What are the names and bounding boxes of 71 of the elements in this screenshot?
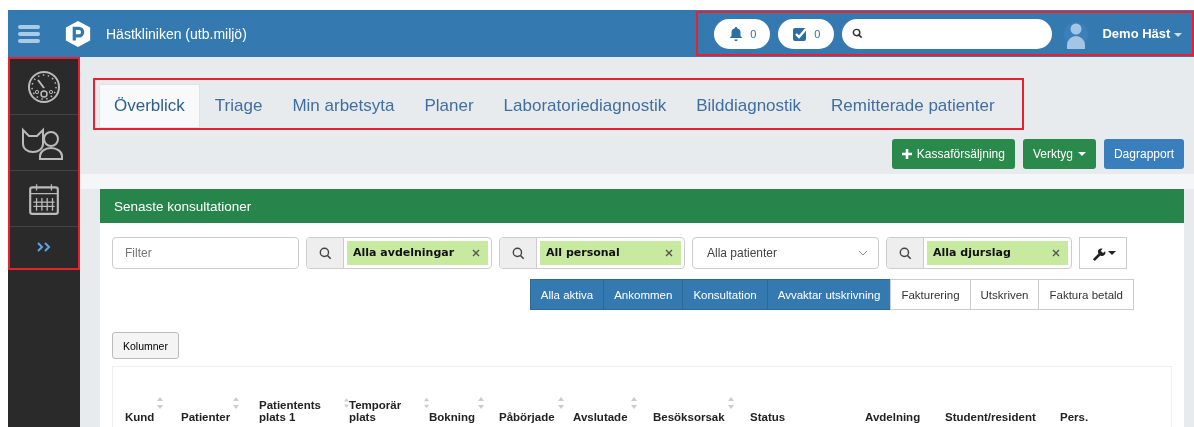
column-header[interactable]: Avslutade <box>573 411 628 423</box>
logo-icon <box>64 19 92 48</box>
sort-icon[interactable] <box>557 397 564 409</box>
status-filter-button[interactable]: Alla aktiva <box>529 279 605 310</box>
sort-icon[interactable] <box>423 397 429 409</box>
column-header[interactable]: Besöksorsak <box>653 411 725 423</box>
tab[interactable]: Min arbetsyta <box>277 84 410 128</box>
column-header[interactable]: Patienter <box>181 411 231 423</box>
close-icon[interactable] <box>468 241 488 265</box>
menu-icon[interactable] <box>18 24 40 43</box>
tag-filter-field[interactable]: Alla avdelningar <box>306 237 492 269</box>
search-icon <box>852 28 864 39</box>
user-menu[interactable]: Demo Häst <box>1102 26 1182 41</box>
tab[interactable]: Planer <box>409 84 489 128</box>
panel-title: Senaste konsultationer <box>114 198 252 214</box>
filter-field[interactable]: Filter <box>112 237 299 269</box>
tasks-button[interactable]: 0 <box>778 18 835 49</box>
search-icon <box>511 246 525 260</box>
tag-filter-field[interactable]: Alla djurslag <box>886 237 1072 269</box>
sort-icon[interactable] <box>233 397 240 409</box>
caret-icon <box>1174 32 1182 37</box>
search-field[interactable] <box>842 18 1053 49</box>
plus-icon <box>901 149 912 159</box>
status-filter-button[interactable]: Avvaktar utskrivning <box>766 279 892 310</box>
tag-filter-field[interactable]: All personal <box>499 237 685 269</box>
search-icon <box>898 246 912 260</box>
status-filter-button[interactable]: Fakturering <box>890 279 971 310</box>
filter-tag: Alla djurslag <box>927 241 1048 265</box>
double-chevron-icon[interactable] <box>36 242 52 252</box>
column-header[interactable]: Temporär plats <box>349 399 421 423</box>
notifications-button[interactable]: 0 <box>714 18 771 49</box>
cash-sale-button[interactable]: Kassaförsäljning <box>891 139 1015 169</box>
column-header[interactable]: Kund <box>125 411 155 423</box>
clinic-name: Hästkliniken (utb.miljö) <box>106 25 247 42</box>
column-header[interactable]: Bokning <box>429 411 475 423</box>
column-header[interactable]: Påbörjade <box>499 411 555 423</box>
tab[interactable]: Bilddiagnostik <box>681 84 817 128</box>
tab[interactable]: Laboratoriediagnostik <box>488 84 682 128</box>
sort-icon[interactable] <box>344 397 349 409</box>
tab[interactable]: Remitterade patienter <box>816 84 1010 128</box>
status-filter-button[interactable]: Ankommen <box>603 279 684 310</box>
sort-icon[interactable] <box>727 397 734 409</box>
filter-tag: All personal <box>540 241 661 265</box>
tab[interactable]: Triage <box>199 84 278 128</box>
calendar-icon[interactable] <box>27 181 61 216</box>
columns-button[interactable]: Kolumner <box>112 332 179 359</box>
chevron-down-icon <box>858 250 868 256</box>
status-filter-button[interactable]: Faktura betald <box>1038 279 1134 310</box>
wrench-dropdown[interactable] <box>1079 237 1127 269</box>
gauge-icon[interactable] <box>27 69 61 104</box>
search-icon <box>318 246 332 260</box>
column-header[interactable]: Patientents plats 1 <box>259 399 342 423</box>
tab[interactable]: Överblick <box>99 84 200 128</box>
sort-icon[interactable] <box>478 397 484 409</box>
patient-select[interactable]: Alla patienter <box>692 237 879 269</box>
column-header[interactable]: Avdelning <box>865 411 921 423</box>
status-filter-button[interactable]: Konsultation <box>682 279 768 310</box>
filter-tag: Alla avdelningar <box>347 241 468 265</box>
day-report-button[interactable]: Dagrapport <box>1103 139 1184 169</box>
column-header[interactable]: Pers. <box>1060 411 1089 423</box>
sort-icon[interactable] <box>157 397 164 409</box>
sort-icon[interactable] <box>630 397 637 409</box>
bell-icon <box>728 25 745 42</box>
column-header[interactable]: Status <box>750 411 786 423</box>
wrench-icon <box>1090 245 1106 261</box>
column-header[interactable]: Student/resident <box>945 411 1036 423</box>
status-filter-button[interactable]: Utskriven <box>969 279 1040 310</box>
close-icon[interactable] <box>661 241 681 265</box>
close-icon[interactable] <box>1048 241 1068 265</box>
tools-dropdown[interactable]: Verktyg <box>1022 139 1096 169</box>
checkbox-icon <box>792 25 809 42</box>
